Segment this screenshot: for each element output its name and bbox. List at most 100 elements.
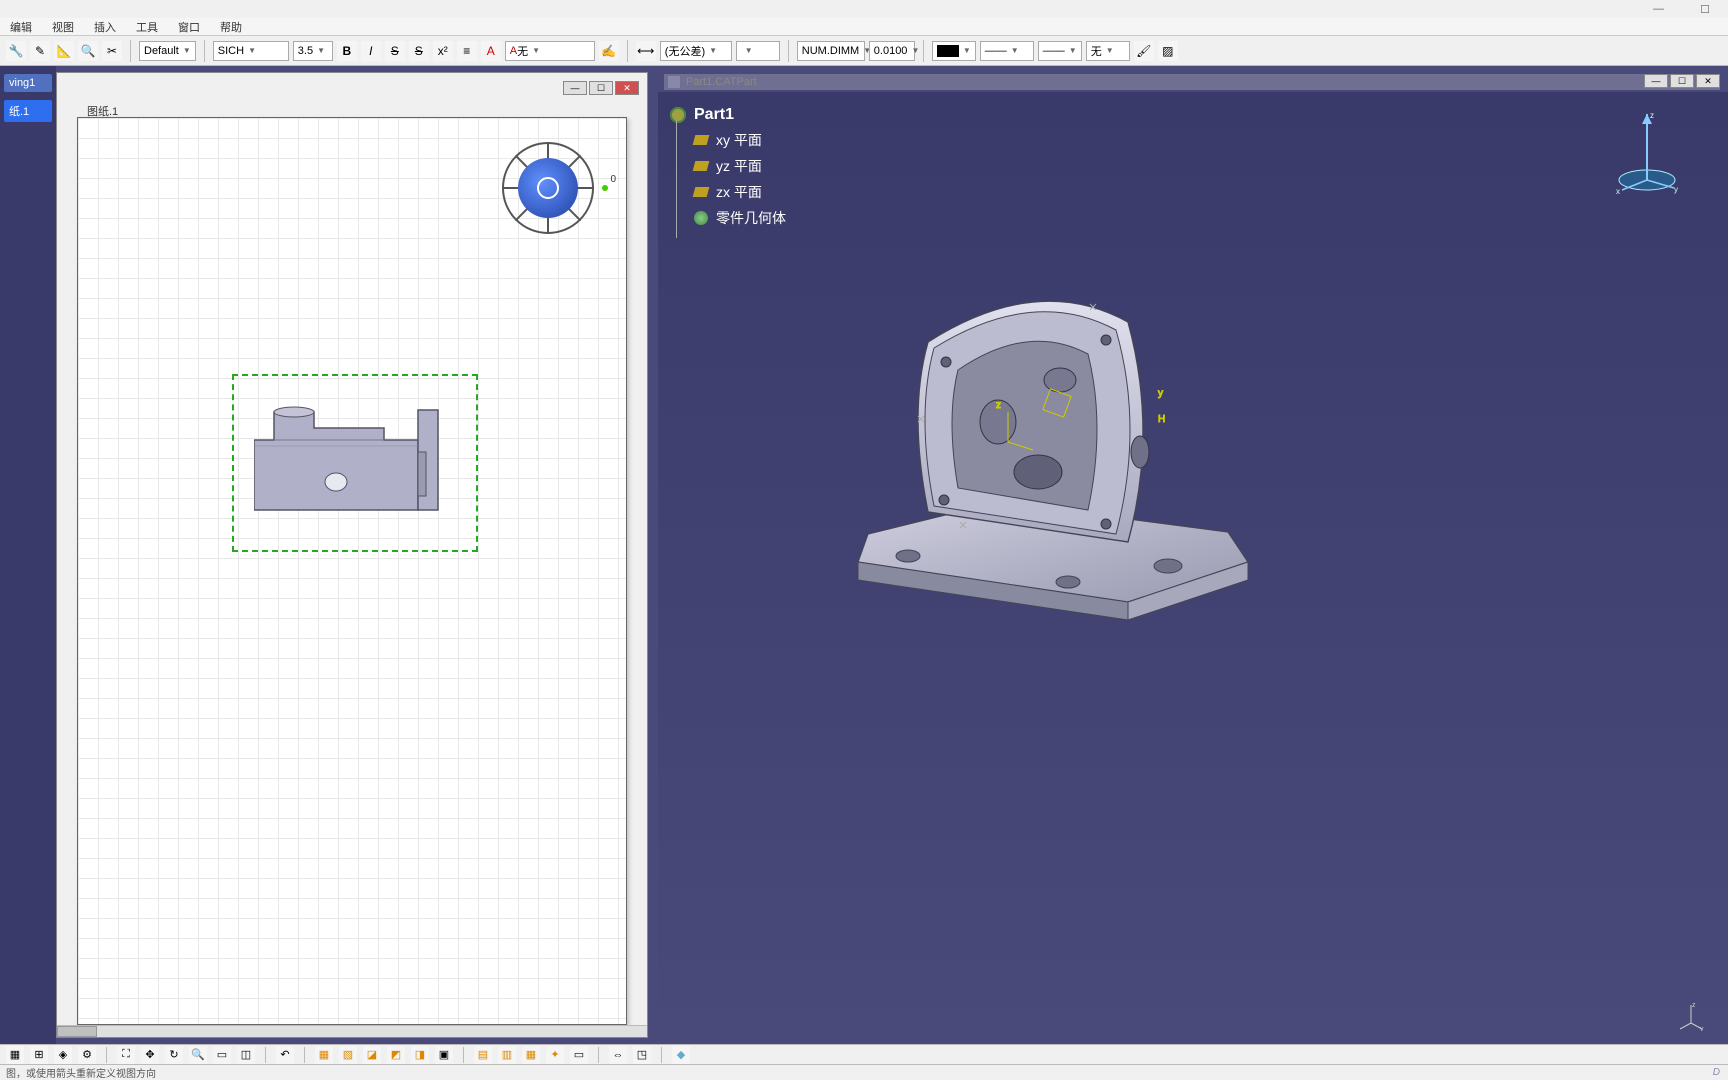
dim4-icon[interactable]: ✦ [546,1046,564,1064]
menu-edit[interactable]: 编辑 [6,18,36,36]
tree-drawing1[interactable]: ving1 [4,74,52,92]
paint-icon[interactable]: 🖌 [1134,41,1154,61]
minimize-button[interactable]: — [1645,3,1672,15]
part-panel: Part1.CATPart — ☐ ✕ Part1 xy 平面 [658,66,1728,1044]
snap-icon[interactable]: ⊞ [30,1046,48,1064]
svg-text:y: y [1700,1026,1704,1031]
view-compass[interactable]: 0 [502,142,594,234]
tool-1-icon[interactable]: 🔧 [6,41,26,61]
part-close-button[interactable]: ✕ [1696,74,1720,88]
hatch-icon[interactable]: ▨ [1158,41,1178,61]
drawing-restore-button[interactable]: ☐ [589,81,613,95]
tool-b-icon[interactable]: ⚙ [78,1046,96,1064]
bold-button[interactable]: B [337,41,357,61]
corner-axis-icon: z y [1678,1001,1704,1034]
drawing-tree: ving1 纸.1 [0,66,56,1044]
zoom-icon[interactable]: 🔍 [189,1046,207,1064]
color-select[interactable]: ▼ [932,41,976,61]
isoview-icon[interactable]: ◩ [387,1046,405,1064]
align-button[interactable]: ≡ [457,41,477,61]
axis-compass-3d[interactable]: z y x [1612,108,1682,198]
menu-help[interactable]: 帮助 [216,18,246,36]
part-3d-model[interactable]: z H y [838,262,1258,632]
strike-button[interactable]: S [385,41,405,61]
detview-icon[interactable]: ◨ [411,1046,429,1064]
menu-insert[interactable]: 插入 [90,18,120,36]
superscript-button[interactable]: x² [433,41,453,61]
link-icon[interactable]: ⇔ [609,1046,627,1064]
tree-part-root[interactable]: Part1 [670,106,786,124]
newview-icon[interactable]: ▦ [315,1046,333,1064]
dim5-icon[interactable]: ▭ [570,1046,588,1064]
projview-icon[interactable]: ▧ [339,1046,357,1064]
menu-tools[interactable]: 工具 [132,18,162,36]
tool-2-icon[interactable]: ✎ [30,41,50,61]
maximize-button[interactable]: ☐ [1692,3,1718,16]
font-select[interactable]: SICH▼ [213,41,289,61]
rotate-icon[interactable]: ↻ [165,1046,183,1064]
dim-mode-select[interactable]: NUM.DIMM▼ [797,41,865,61]
drawing-minimize-button[interactable]: — [563,81,587,95]
drawing-window-buttons: — ☐ ✕ [563,81,639,95]
status-hint: 图，或使用箭头重新定义视图方向 [6,1065,156,1080]
dim3-icon[interactable]: ▦ [522,1046,540,1064]
svg-text:x: x [1616,187,1620,196]
status-bar: 图，或使用箭头重新定义视图方向 D [0,1064,1728,1080]
italic-button[interactable]: I [361,41,381,61]
plane-icon [693,135,710,145]
fit-icon[interactable]: ⛶ [117,1046,135,1064]
formatting-toolbar: 🔧 ✎ 📐 🔍 ✂ Default▼ SICH▼ 3.5▼ B I S S x²… [0,36,1728,66]
main-menubar: 编辑 视图 插入 工具 窗口 帮助 [0,18,1728,36]
drawing-close-button[interactable]: ✕ [615,81,639,95]
part-minimize-button[interactable]: — [1644,74,1668,88]
svg-text:H: H [1158,414,1165,425]
style-select[interactable]: Default▼ [139,41,196,61]
tree-partbody[interactable]: 零件几何体 [694,208,786,228]
normal-icon[interactable]: ▭ [213,1046,231,1064]
insert-icon[interactable]: ✍ [599,41,619,61]
fontsize-select[interactable]: 3.5▼ [293,41,333,61]
tool-a-icon[interactable]: ◈ [54,1046,72,1064]
linetype1-select[interactable]: ——▼ [980,41,1034,61]
tolerance-value[interactable]: ▼ [736,41,780,61]
tolerance-select[interactable]: (无公差)▼ [660,41,732,61]
tree-yz-plane[interactable]: yz 平面 [694,156,786,176]
clipview-icon[interactable]: ▣ [435,1046,453,1064]
undo-icon[interactable]: ↶ [276,1046,294,1064]
viewport-3d[interactable]: Part1 xy 平面 yz 平面 zx 平面 零件几何体 [658,92,1728,1044]
dim1-icon[interactable]: ▤ [474,1046,492,1064]
system-titlebar: — ☐ [0,0,1728,18]
grid-icon[interactable]: ▦ [6,1046,24,1064]
auxview-icon[interactable]: ◪ [363,1046,381,1064]
svg-text:z: z [1650,111,1654,120]
pan-icon[interactable]: ✥ [141,1046,159,1064]
tree-zx-plane[interactable]: zx 平面 [694,182,786,202]
tool-3-icon[interactable]: 📐 [54,41,74,61]
catalog-icon[interactable]: ◆ [672,1046,690,1064]
linetype3-select[interactable]: 无▼ [1086,41,1130,61]
dim-icon[interactable]: ⟷ [636,41,656,61]
view-icon[interactable]: ◫ [237,1046,255,1064]
drawing-panel: ving1 纸.1 — ☐ ✕ 图纸.1 [0,66,652,1044]
part-window-titlebar: Part1.CATPart [664,74,1720,90]
front-view-preview[interactable] [254,398,458,528]
update-icon[interactable]: ◳ [633,1046,651,1064]
part-restore-button[interactable]: ☐ [1670,74,1694,88]
compass-label: 0 [610,174,616,185]
dim2-icon[interactable]: ▥ [498,1046,516,1064]
drawing-scrollbar[interactable] [57,1025,647,1037]
linetype2-select[interactable]: ——▼ [1038,41,1082,61]
plane-icon [693,161,710,171]
menu-view[interactable]: 视图 [48,18,78,36]
strike2-button[interactable]: S [409,41,429,61]
menu-window[interactable]: 窗口 [174,18,204,36]
tool-5-icon[interactable]: ✂ [102,41,122,61]
anchor-button[interactable]: A [481,41,501,61]
tool-4-icon[interactable]: 🔍 [78,41,98,61]
tree-sheet1[interactable]: 纸.1 [4,100,52,122]
drawing-canvas[interactable]: 0 [77,117,627,1025]
drawing-frame: — ☐ ✕ 图纸.1 [56,72,648,1038]
precision-select[interactable]: 0.0100▼ [869,41,915,61]
textframe-select[interactable]: A 无▼ [505,41,595,61]
tree-xy-plane[interactable]: xy 平面 [694,130,786,150]
